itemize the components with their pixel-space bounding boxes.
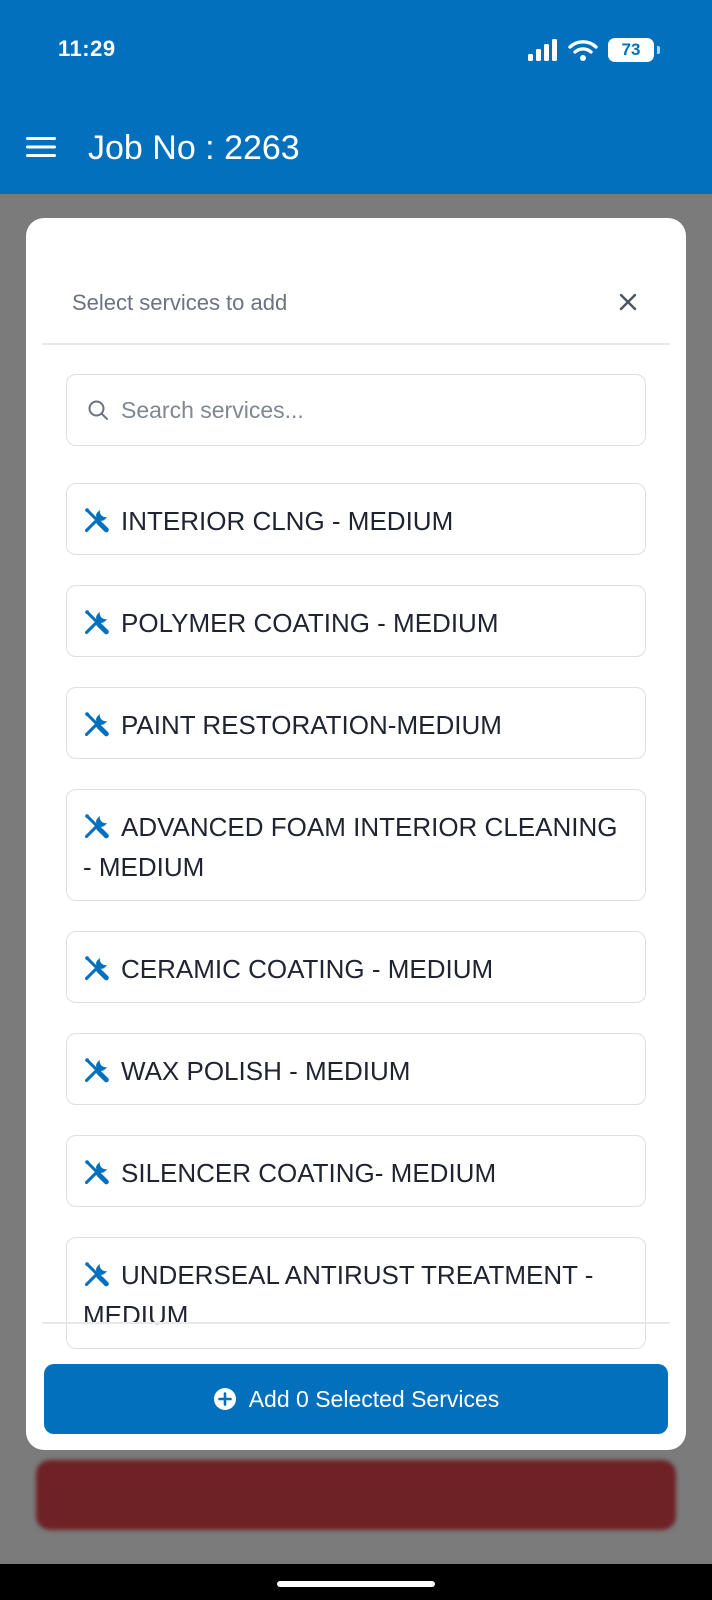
service-label: INTERIOR CLNG - MEDIUM: [121, 506, 454, 536]
home-indicator[interactable]: [277, 1581, 435, 1587]
menu-button[interactable]: [22, 128, 60, 166]
footer-divider: [42, 1322, 670, 1324]
service-item[interactable]: SILENCER COATING- MEDIUM: [66, 1135, 646, 1207]
tools-icon: [84, 1262, 109, 1287]
close-button[interactable]: [610, 284, 646, 320]
service-item-text: ADVANCED FOAM INTERIOR CLEANING - MEDIUM: [83, 807, 629, 887]
service-label: SILENCER COATING- MEDIUM: [121, 1158, 497, 1188]
service-label: POLYMER COATING - MEDIUM: [121, 608, 499, 638]
status-time: 11:29: [58, 36, 116, 61]
service-label: PAINT RESTORATION-MEDIUM: [121, 710, 502, 740]
tools-icon: [84, 1058, 109, 1083]
service-item-text: SILENCER COATING- MEDIUM: [83, 1153, 629, 1193]
search-input[interactable]: [121, 396, 641, 424]
service-item[interactable]: ADVANCED FOAM INTERIOR CLEANING - MEDIUM: [66, 789, 646, 901]
battery-indicator: 73: [608, 38, 660, 62]
add-button-label: Add 0 Selected Services: [248, 1385, 500, 1412]
service-item[interactable]: INTERIOR CLNG - MEDIUM: [66, 483, 646, 555]
service-item-text: CERAMIC COATING - MEDIUM: [83, 949, 629, 989]
service-item[interactable]: PAINT RESTORATION-MEDIUM: [66, 687, 646, 759]
service-label: CERAMIC COATING - MEDIUM: [121, 954, 494, 984]
app-header: 11:29 73 Job No : 2263: [0, 0, 712, 194]
close-icon: [619, 293, 637, 311]
tools-icon: [84, 508, 109, 533]
tools-icon: [84, 956, 109, 981]
signal-icon: [528, 39, 557, 61]
service-label: WAX POLISH - MEDIUM: [121, 1056, 411, 1086]
service-label: UNDERSEAL ANTIRUST TREATMENT - MEDIUM: [83, 1260, 594, 1330]
battery-level: 73: [621, 40, 641, 59]
service-label: ADVANCED FOAM INTERIOR CLEANING - MEDIUM: [83, 812, 618, 882]
background-action-button: [36, 1460, 676, 1530]
service-item[interactable]: WAX POLISH - MEDIUM: [66, 1033, 646, 1105]
add-selected-services-button[interactable]: Add 0 Selected Services: [44, 1364, 668, 1434]
page-title: Job No : 2263: [88, 129, 300, 167]
search-icon: [87, 399, 109, 421]
tools-icon: [84, 1160, 109, 1185]
modal-title: Select services to add: [72, 290, 288, 315]
wifi-icon: [568, 40, 598, 61]
service-item[interactable]: UNDERSEAL ANTIRUST TREATMENT - MEDIUM: [66, 1237, 646, 1349]
service-item[interactable]: POLYMER COATING - MEDIUM: [66, 585, 646, 657]
service-item[interactable]: CERAMIC COATING - MEDIUM: [66, 931, 646, 1003]
select-services-modal: Select services to add INTERIOR CLNG - M…: [26, 218, 686, 1450]
tools-icon: [84, 610, 109, 635]
tools-icon: [84, 814, 109, 839]
service-item-text: POLYMER COATING - MEDIUM: [83, 603, 629, 643]
status-icons: 73: [528, 36, 660, 64]
service-item-text: WAX POLISH - MEDIUM: [83, 1051, 629, 1091]
service-item-text: PAINT RESTORATION-MEDIUM: [83, 705, 629, 745]
search-field[interactable]: [66, 374, 646, 446]
plus-circle-icon: [213, 1388, 236, 1410]
service-item-text: INTERIOR CLNG - MEDIUM: [83, 501, 629, 541]
screen: 11:29 73 Job No : 2263 Select services t…: [0, 0, 712, 1600]
tools-icon: [84, 712, 109, 737]
hamburger-icon: [26, 137, 56, 157]
header-divider: [42, 343, 670, 345]
